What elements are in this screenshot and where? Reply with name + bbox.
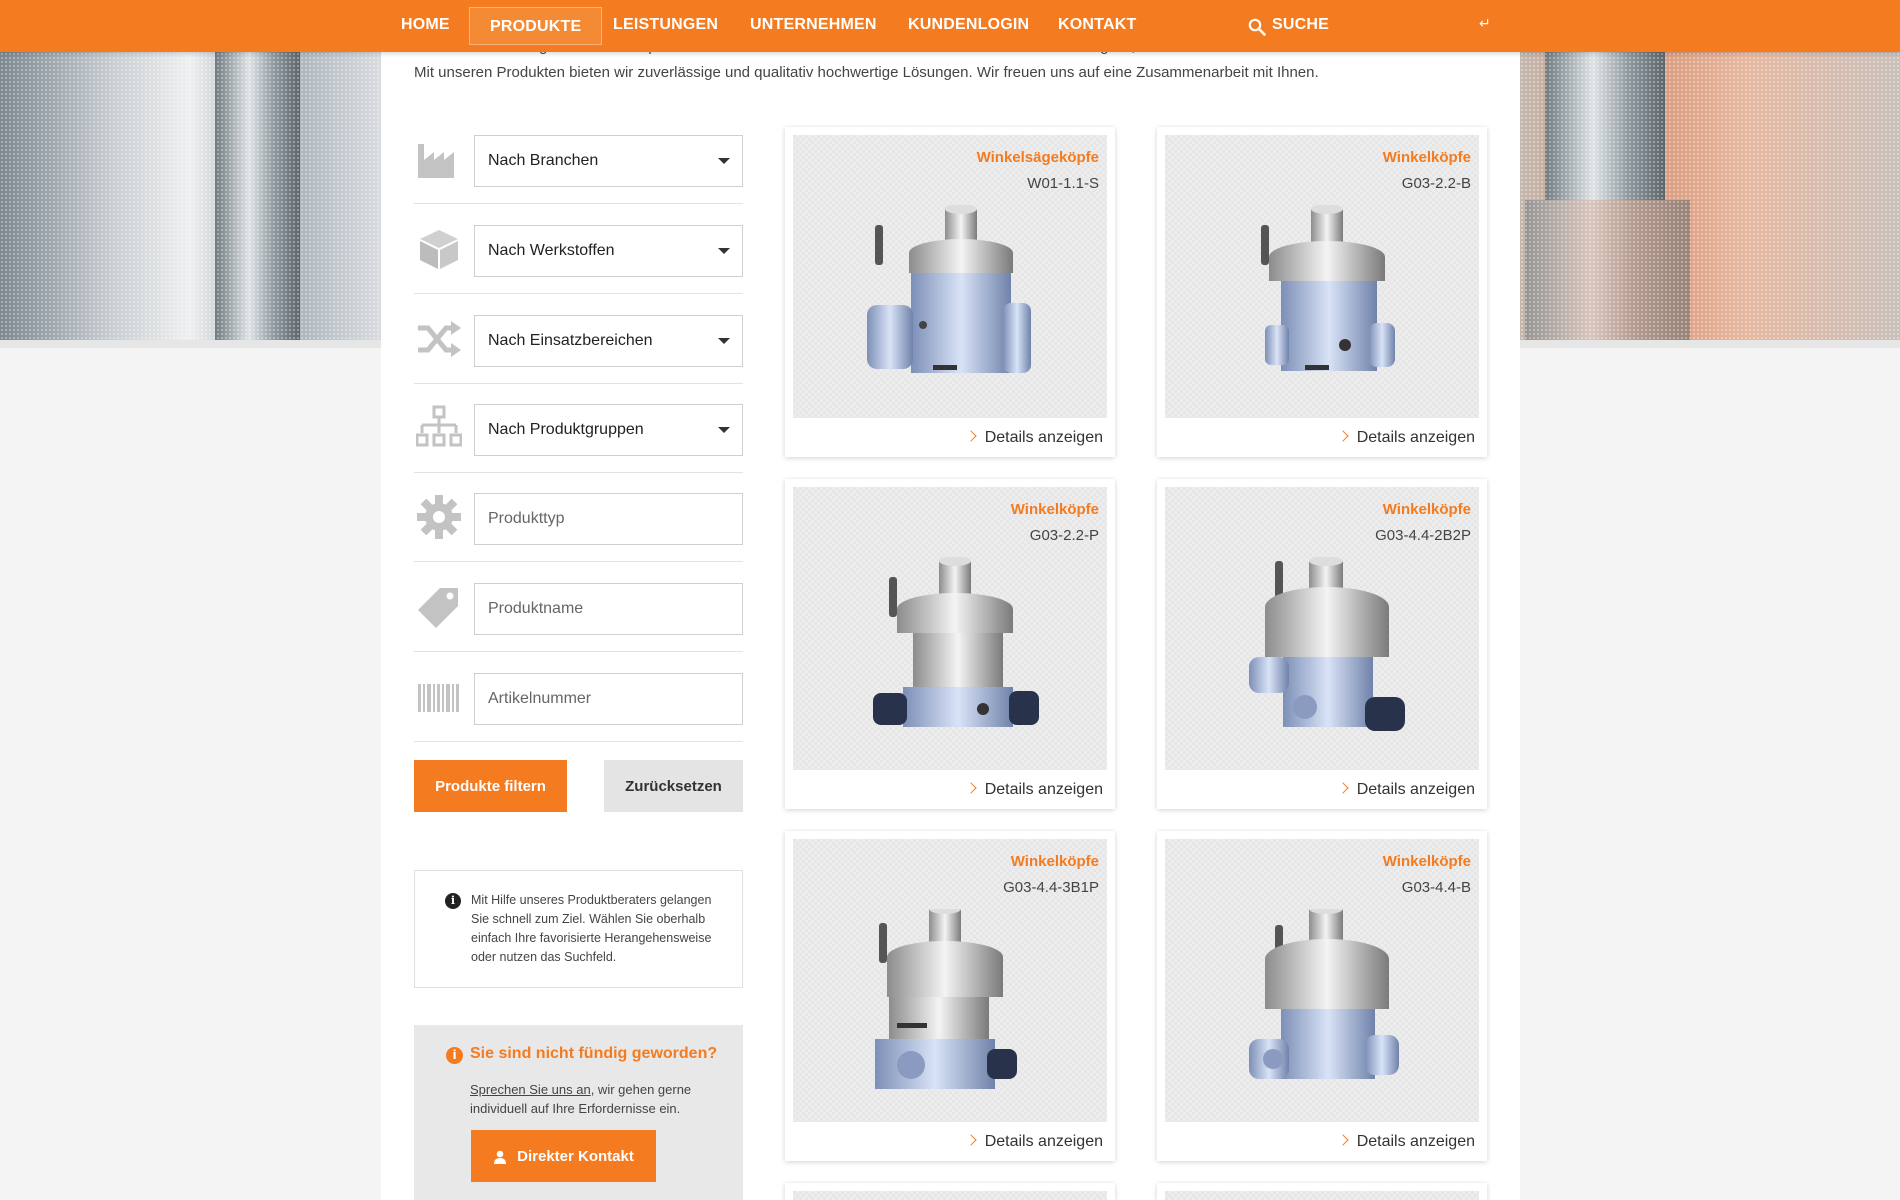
product-card[interactable]: Winkelköpfe G03-2.2-B Details anzeigen bbox=[1157, 127, 1487, 457]
info-icon: i bbox=[446, 1047, 463, 1064]
main-navigation: HOME PRODUKTE LEISTUNGEN UNTERNEHMEN KUN… bbox=[0, 0, 1900, 52]
details-label: Details anzeigen bbox=[1356, 781, 1475, 798]
details-label: Details anzeigen bbox=[984, 1133, 1103, 1150]
angle-head-image bbox=[1249, 557, 1405, 731]
product-code: G03-4.4-3B1P bbox=[1003, 879, 1099, 896]
product-code: W01-1.1-S bbox=[1027, 175, 1099, 192]
details-link[interactable]: Details anzeigen bbox=[1337, 781, 1475, 799]
produkttyp-input[interactable] bbox=[474, 493, 743, 545]
sitemap-icon bbox=[416, 405, 462, 447]
angle-head-image bbox=[873, 557, 1039, 727]
chevron-down-icon bbox=[718, 338, 730, 344]
branchen-select[interactable]: Nach Branchen bbox=[474, 135, 743, 187]
info-icon: i bbox=[445, 893, 461, 909]
return-icon[interactable]: ↵ bbox=[1479, 16, 1491, 32]
gear-icon bbox=[417, 495, 461, 539]
nav-home[interactable]: HOME bbox=[401, 0, 450, 52]
details-label: Details anzeigen bbox=[984, 781, 1103, 798]
filter-row-produkttyp bbox=[414, 472, 743, 562]
werkstoffe-select-value: Nach Werkstoffen bbox=[488, 242, 615, 259]
details-link[interactable]: Details anzeigen bbox=[965, 1133, 1103, 1151]
nav-suche[interactable]: SUCHE bbox=[1272, 0, 1329, 52]
filter-row-branchen: Nach Branchen bbox=[414, 114, 743, 204]
werkstoffe-select[interactable]: Nach Werkstoffen bbox=[474, 225, 743, 277]
nav-produkte[interactable]: PRODUKTE bbox=[469, 7, 603, 45]
search-icon[interactable] bbox=[1248, 18, 1266, 36]
produktgruppen-select-value: Nach Produktgruppen bbox=[488, 421, 644, 438]
details-link[interactable]: Details anzeigen bbox=[1337, 1133, 1475, 1151]
product-category: Winkelsägeköpfe bbox=[976, 149, 1099, 166]
angle-head-image bbox=[1249, 909, 1399, 1079]
product-code: G03-2.2-B bbox=[1401, 175, 1471, 192]
shuffle-icon bbox=[418, 321, 461, 357]
product-card[interactable]: Winkelköpfe G03-2.2-P Details anzeigen bbox=[785, 479, 1115, 809]
chevron-right-icon bbox=[965, 430, 977, 442]
filter-row-werkstoffe: Nach Werkstoffen bbox=[414, 204, 743, 294]
details-label: Details anzeigen bbox=[984, 429, 1103, 446]
details-label: Details anzeigen bbox=[1356, 429, 1475, 446]
cube-icon bbox=[420, 230, 458, 269]
direct-contact-button[interactable]: Direkter Kontakt bbox=[471, 1130, 656, 1182]
intro-line-2: Mit unseren Produkten bieten wir zuverlä… bbox=[414, 64, 1319, 81]
chevron-down-icon bbox=[718, 248, 730, 254]
product-card[interactable]: Winkelköpfe G03-4.4-2B2P Details anzeige… bbox=[1157, 479, 1487, 809]
direct-contact-label: Direkter Kontakt bbox=[517, 1147, 634, 1165]
details-label: Details anzeigen bbox=[1356, 1133, 1475, 1150]
nav-kundenlogin[interactable]: KUNDENLOGIN bbox=[908, 0, 1029, 52]
produktgruppen-select[interactable]: Nach Produktgruppen bbox=[474, 404, 743, 456]
product-card[interactable]: Winkelsägeköpfe W01-1.1-S Details anzeig… bbox=[785, 127, 1115, 457]
product-image bbox=[1165, 1191, 1479, 1200]
einsatzbereiche-select[interactable]: Nach Einsatzbereichen bbox=[474, 315, 743, 367]
chevron-down-icon bbox=[718, 427, 730, 433]
product-category: Winkelköpfe bbox=[1010, 853, 1099, 870]
chevron-down-icon bbox=[718, 158, 730, 164]
angle-head-image bbox=[875, 909, 1017, 1089]
advisor-info-text: Mit Hilfe unseres Produktberaters gelang… bbox=[471, 893, 712, 964]
tag-icon bbox=[418, 588, 458, 628]
contact-box: i Sie sind nicht fündig geworden? Sprech… bbox=[414, 1025, 743, 1200]
product-card-partial[interactable] bbox=[1157, 1183, 1487, 1200]
product-category: Winkelköpfe bbox=[1382, 501, 1471, 518]
filter-row-produktgruppen: Nach Produktgruppen bbox=[414, 383, 743, 473]
details-link[interactable]: Details anzeigen bbox=[1337, 429, 1475, 447]
details-link[interactable]: Details anzeigen bbox=[965, 429, 1103, 447]
filter-row-produktname bbox=[414, 562, 743, 652]
angle-head-image bbox=[1261, 205, 1395, 371]
contact-heading: Sie sind nicht fündig geworden? bbox=[470, 1045, 718, 1062]
factory-icon bbox=[418, 144, 454, 178]
filter-products-button[interactable]: Produkte filtern bbox=[414, 760, 567, 812]
product-image bbox=[793, 1191, 1107, 1200]
advisor-info-box: i Mit Hilfe unseres Produktberaters gela… bbox=[414, 870, 743, 988]
einsatzbereiche-select-value: Nach Einsatzbereichen bbox=[488, 332, 653, 349]
chevron-right-icon bbox=[1337, 1134, 1349, 1146]
product-category: Winkelköpfe bbox=[1382, 149, 1471, 166]
user-icon bbox=[494, 1150, 507, 1164]
chevron-right-icon bbox=[1337, 430, 1349, 442]
chevron-right-icon bbox=[1337, 782, 1349, 794]
product-code: G03-2.2-P bbox=[1029, 527, 1099, 544]
product-card[interactable]: Winkelköpfe G03-4.4-B Details anzeigen bbox=[1157, 831, 1487, 1161]
product-card-partial[interactable] bbox=[785, 1183, 1115, 1200]
filter-row-artikelnummer bbox=[414, 652, 743, 742]
chevron-right-icon bbox=[965, 782, 977, 794]
details-link[interactable]: Details anzeigen bbox=[965, 781, 1103, 799]
nav-kontakt[interactable]: KONTAKT bbox=[1058, 0, 1136, 52]
reset-button[interactable]: Zurücksetzen bbox=[604, 760, 743, 812]
artikelnummer-input[interactable] bbox=[474, 673, 743, 725]
produktname-input[interactable] bbox=[474, 583, 743, 635]
contact-link[interactable]: Sprechen Sie uns an bbox=[470, 1082, 591, 1097]
filter-row-einsatzbereiche: Nach Einsatzbereichen bbox=[414, 294, 743, 384]
nav-leistungen[interactable]: LEISTUNGEN bbox=[613, 0, 718, 52]
product-card[interactable]: Winkelköpfe G03-4.4-3B1P Details anzeige… bbox=[785, 831, 1115, 1161]
product-category: Winkelköpfe bbox=[1010, 501, 1099, 518]
product-code: G03-4.4-2B2P bbox=[1375, 527, 1471, 544]
product-category: Winkelköpfe bbox=[1382, 853, 1471, 870]
chevron-right-icon bbox=[965, 1134, 977, 1146]
product-code: G03-4.4-B bbox=[1401, 879, 1471, 896]
contact-text: Sprechen Sie uns an, wir gehen gerne ind… bbox=[470, 1080, 730, 1118]
angle-head-saw-image bbox=[867, 205, 1031, 373]
branchen-select-value: Nach Branchen bbox=[488, 152, 599, 169]
nav-unternehmen[interactable]: UNTERNEHMEN bbox=[750, 0, 877, 52]
barcode-icon bbox=[418, 684, 459, 712]
